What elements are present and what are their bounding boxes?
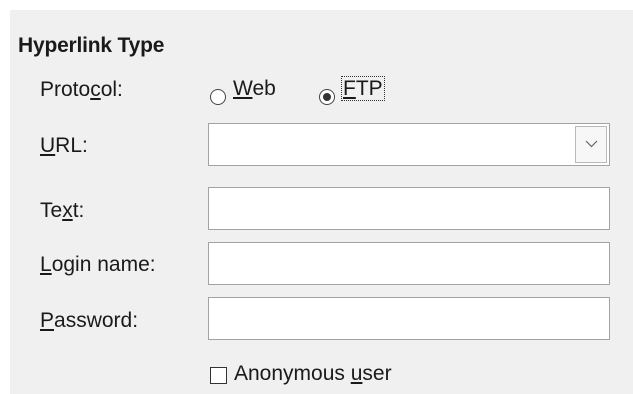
password-field[interactable] (208, 297, 610, 340)
password-label-key: P (40, 309, 55, 332)
anonymous-user-label[interactable]: Anonymous user (234, 362, 392, 386)
anonymous-label-post: ser (362, 362, 392, 385)
protocol-label-post: ol: (100, 78, 123, 101)
protocol-ftp-label[interactable]: FTP (341, 76, 385, 101)
login-name-label: Login name: (40, 253, 156, 277)
login-label-key: L (40, 253, 52, 276)
anonymous-user-checkbox[interactable] (210, 367, 227, 384)
protocol-web-label[interactable]: Web (233, 77, 276, 101)
text-label-pre: Te (40, 199, 63, 222)
text-label-post: t: (72, 199, 85, 222)
ftp-rest: TP (355, 77, 383, 100)
protocol-label-key: c (90, 78, 101, 101)
password-label: Password: (40, 309, 138, 333)
text-label-key: x (62, 199, 73, 222)
url-label-rest: RL: (55, 134, 88, 157)
url-label: URL: (40, 134, 88, 158)
url-label-key: U (40, 134, 56, 157)
web-key: W (233, 77, 253, 100)
anonymous-label-key: u (350, 362, 363, 385)
ftp-focus-box: FTP (341, 76, 385, 101)
password-label-rest: assword: (54, 309, 139, 332)
login-name-field[interactable] (208, 242, 610, 285)
protocol-ftp-radio[interactable] (319, 89, 335, 105)
url-combobox[interactable] (208, 123, 610, 166)
anonymous-label-pre: Anonymous (234, 362, 351, 385)
protocol-label-pre: Proto (40, 78, 91, 101)
text-field[interactable] (208, 187, 610, 230)
protocol-web-radio[interactable] (210, 89, 226, 105)
hyperlink-type-panel: Hyperlink Type Protocol: Web FTP URL: Te… (10, 10, 633, 394)
url-dropdown-button[interactable] (575, 126, 607, 163)
ftp-key: F (343, 77, 356, 100)
section-title: Hyperlink Type (18, 34, 165, 57)
text-label: Text: (40, 199, 84, 223)
chevron-down-icon (585, 140, 598, 148)
login-label-rest: ogin name: (51, 253, 156, 276)
web-rest: eb (252, 77, 276, 100)
protocol-label: Protocol: (40, 78, 123, 102)
